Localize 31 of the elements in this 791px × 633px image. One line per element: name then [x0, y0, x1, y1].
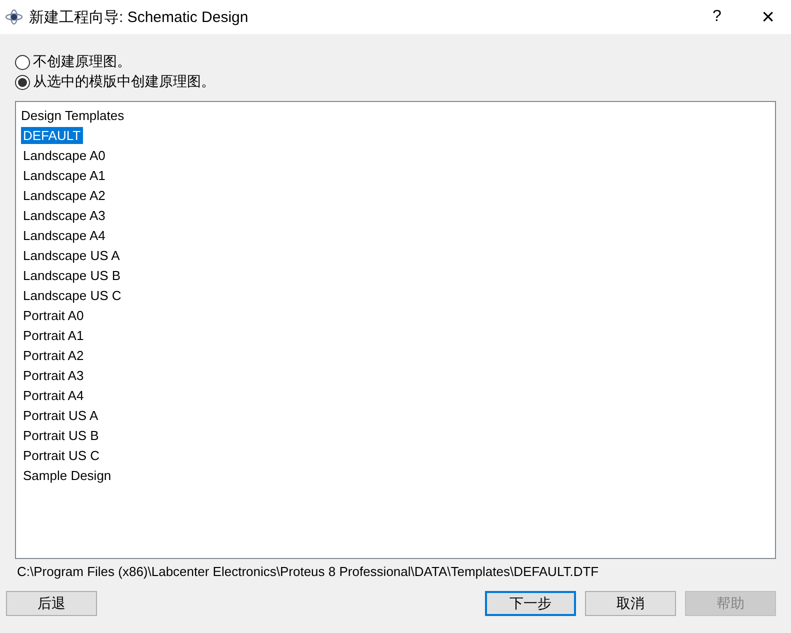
radio-option[interactable]: 不创建原理图。	[15, 52, 776, 72]
template-item[interactable]: Landscape A3	[21, 206, 108, 224]
radio-button[interactable]	[15, 74, 30, 90]
radio-button[interactable]	[15, 54, 30, 70]
window-title: 新建工程向导: Schematic Design	[29, 8, 248, 26]
template-item[interactable]: Portrait A2	[21, 346, 86, 364]
app-icon	[5, 9, 23, 25]
template-item[interactable]: Landscape US C	[21, 286, 124, 304]
template-item[interactable]: Portrait A0	[21, 306, 86, 324]
template-item[interactable]: Landscape A0	[21, 146, 108, 164]
template-item[interactable]: Landscape A4	[21, 226, 108, 244]
dialog-button[interactable]: 后退	[6, 591, 97, 616]
template-item[interactable]: Sample Design	[21, 466, 114, 484]
close-button[interactable]: ×	[745, 0, 791, 34]
list-header: Design Templates	[21, 106, 126, 125]
template-item[interactable]: Landscape A2	[21, 186, 108, 204]
template-item[interactable]: Portrait US A	[21, 406, 100, 424]
radio-option[interactable]: 从选中的模版中创建原理图。	[15, 72, 776, 92]
template-item[interactable]: Portrait A3	[21, 366, 86, 384]
dialog-button[interactable]: 下一步	[485, 591, 576, 616]
template-item[interactable]: Landscape US A	[21, 246, 122, 264]
template-item[interactable]: Landscape US B	[21, 266, 123, 284]
template-item[interactable]: DEFAULT	[21, 126, 83, 144]
template-item[interactable]: Portrait A4	[21, 386, 86, 404]
template-item[interactable]: Portrait A1	[21, 326, 86, 344]
template-item[interactable]: Portrait US B	[21, 426, 101, 444]
template-item[interactable]: Landscape A1	[21, 166, 108, 184]
dialog-button[interactable]: 取消	[585, 591, 676, 616]
template-item[interactable]: Portrait US C	[21, 446, 102, 464]
template-path: C:\Program Files (x86)\Labcenter Electronics\Proteus 8 Professional\DATA\Templates\DEFAULT.DTF	[16, 564, 600, 581]
help-button[interactable]: ?	[694, 0, 740, 34]
